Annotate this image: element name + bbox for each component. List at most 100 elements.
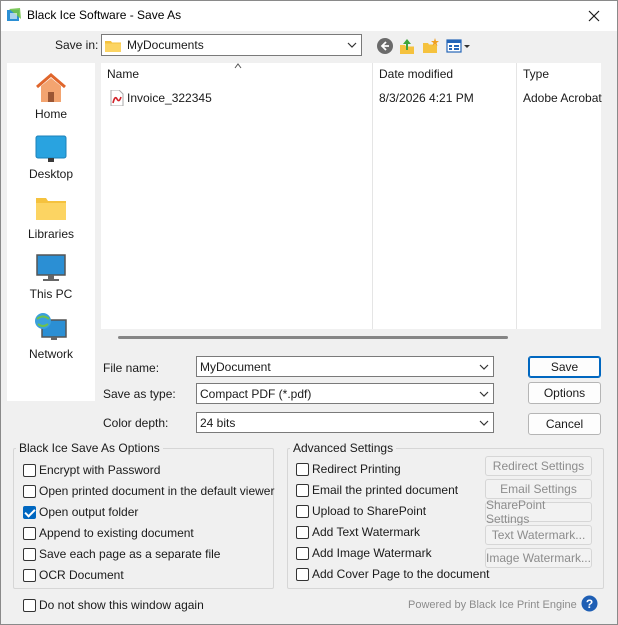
save-options-title: Black Ice Save As Options bbox=[16, 441, 163, 455]
new-folder-icon[interactable] bbox=[422, 37, 440, 55]
do-not-show-checkbox[interactable]: Do not show this window again bbox=[23, 598, 204, 612]
powered-by-text: Powered by Black Ice Print Engine bbox=[408, 599, 577, 611]
save-option-checkbox[interactable]: Open printed document in the default vie… bbox=[23, 484, 274, 498]
place-label: This PC bbox=[29, 287, 73, 301]
sort-ascending-icon bbox=[234, 63, 242, 69]
advanced-settings-button[interactable]: Image Watermark... bbox=[485, 548, 592, 568]
column-header-type[interactable]: Type bbox=[523, 67, 549, 81]
up-folder-icon[interactable] bbox=[398, 37, 416, 55]
advanced-settings-button[interactable]: Text Watermark... bbox=[485, 525, 592, 545]
place-label: Home bbox=[34, 107, 67, 121]
title-bar: Black Ice Software - Save As bbox=[1, 1, 617, 31]
advanced-option-checkbox[interactable]: Add Cover Page to the document bbox=[296, 567, 489, 581]
place-this-pc[interactable]: This PC bbox=[7, 247, 95, 305]
checkbox-checked-icon[interactable] bbox=[23, 505, 36, 519]
place-label: Libraries bbox=[27, 227, 75, 241]
chevron-down-icon bbox=[479, 420, 489, 426]
advanced-option-checkbox[interactable]: Add Image Watermark bbox=[296, 546, 432, 560]
file-date: 8/3/2026 4:21 PM bbox=[379, 91, 474, 105]
checkbox-box[interactable] bbox=[296, 504, 309, 518]
pdf-file-icon bbox=[110, 90, 124, 106]
place-desktop[interactable]: Desktop bbox=[7, 127, 95, 185]
help-icon[interactable]: ? bbox=[581, 595, 598, 612]
save-option-label: OCR Document bbox=[39, 568, 124, 582]
checkbox-box[interactable] bbox=[296, 525, 309, 539]
svg-text:?: ? bbox=[586, 597, 593, 611]
save-option-label: Encrypt with Password bbox=[39, 463, 161, 477]
place-libraries[interactable]: Libraries bbox=[7, 187, 95, 245]
checkbox-box[interactable] bbox=[23, 484, 36, 498]
app-icon bbox=[7, 8, 21, 21]
file-name-value: MyDocument bbox=[200, 359, 271, 374]
advanced-option-label: Add Text Watermark bbox=[312, 525, 421, 539]
place-label: Network bbox=[28, 347, 73, 361]
checkbox-box[interactable] bbox=[23, 598, 36, 612]
checkbox-box[interactable] bbox=[23, 463, 36, 477]
chevron-down-icon bbox=[347, 42, 357, 48]
save-option-checkbox[interactable]: Open output folder bbox=[23, 505, 138, 519]
save-option-label: Append to existing document bbox=[39, 526, 194, 540]
chevron-down-icon[interactable] bbox=[479, 364, 489, 370]
column-header-date[interactable]: Date modified bbox=[379, 67, 453, 81]
chevron-down-icon bbox=[479, 391, 489, 397]
save-in-value: MyDocuments bbox=[127, 38, 204, 52]
save-in-combo[interactable]: MyDocuments bbox=[101, 34, 362, 56]
advanced-option-label: Add Image Watermark bbox=[312, 546, 432, 560]
advanced-settings-button[interactable]: Redirect Settings bbox=[485, 456, 592, 476]
save-option-checkbox[interactable]: Append to existing document bbox=[23, 526, 194, 540]
advanced-option-checkbox[interactable]: Redirect Printing bbox=[296, 462, 401, 476]
color-depth-value: 24 bits bbox=[200, 415, 236, 430]
place-label: Desktop bbox=[28, 167, 74, 181]
libraries-icon bbox=[36, 198, 66, 220]
this-pc-icon bbox=[36, 254, 66, 281]
advanced-option-label: Redirect Printing bbox=[312, 462, 401, 476]
advanced-settings-button[interactable]: SharePoint Settings bbox=[485, 498, 592, 526]
column-header-name[interactable]: Name bbox=[107, 67, 139, 81]
save-in-label: Save in: bbox=[55, 38, 99, 52]
checkbox-box[interactable] bbox=[296, 483, 309, 497]
advanced-option-checkbox[interactable]: Add Text Watermark bbox=[296, 525, 420, 539]
advanced-settings-title: Advanced Settings bbox=[290, 441, 397, 455]
network-icon bbox=[35, 313, 67, 340]
advanced-option-checkbox[interactable]: Email the printed document bbox=[296, 483, 458, 497]
place-home[interactable]: Home bbox=[7, 67, 95, 125]
file-row[interactable]: Invoice_322345 8/3/2026 4:21 PM Adobe Ac… bbox=[101, 89, 602, 109]
checkbox-box[interactable] bbox=[296, 462, 309, 476]
save-as-type-value: Compact PDF (*.pdf) bbox=[200, 386, 312, 401]
save-as-dialog: Black Ice Software - Save As Save in: My… bbox=[0, 0, 618, 625]
desktop-icon bbox=[35, 135, 67, 162]
save-as-type-select[interactable]: Compact PDF (*.pdf) bbox=[196, 383, 494, 404]
view-menu-icon[interactable] bbox=[446, 37, 472, 55]
file-list[interactable]: Name Date modified Type Invoice_322345 8… bbox=[101, 63, 602, 329]
save-option-checkbox[interactable]: Encrypt with Password bbox=[23, 463, 160, 477]
save-button[interactable]: Save bbox=[528, 356, 601, 378]
save-option-label: Open printed document in the default vie… bbox=[39, 484, 275, 498]
place-network[interactable]: Network bbox=[7, 307, 95, 365]
close-icon bbox=[588, 10, 600, 22]
checkbox-box[interactable] bbox=[296, 567, 309, 581]
home-icon bbox=[36, 73, 66, 102]
advanced-option-label: Email the printed document bbox=[312, 483, 459, 497]
advanced-option-label: Add Cover Page to the document bbox=[312, 567, 490, 581]
file-name-input[interactable]: MyDocument bbox=[196, 356, 494, 377]
color-depth-select[interactable]: 24 bits bbox=[196, 412, 494, 433]
close-button[interactable] bbox=[571, 1, 617, 31]
save-as-type-label: Save as type: bbox=[103, 387, 176, 401]
file-name: Invoice_322345 bbox=[127, 91, 212, 105]
checkbox-box[interactable] bbox=[23, 568, 36, 582]
advanced-settings-button[interactable]: Email Settings bbox=[485, 479, 592, 499]
horizontal-scrollbar[interactable] bbox=[118, 336, 508, 339]
cancel-button[interactable]: Cancel bbox=[528, 413, 601, 435]
save-option-checkbox[interactable]: Save each page as a separate file bbox=[23, 547, 220, 561]
checkbox-box[interactable] bbox=[23, 526, 36, 540]
options-button[interactable]: Options bbox=[528, 382, 601, 404]
places-bar: Home Desktop Libraries This PC Network bbox=[7, 63, 95, 401]
do-not-show-label: Do not show this window again bbox=[39, 598, 204, 612]
back-icon[interactable] bbox=[376, 37, 394, 55]
file-type: Adobe Acrobat bbox=[523, 91, 602, 105]
save-option-checkbox[interactable]: OCR Document bbox=[23, 568, 124, 582]
checkbox-box[interactable] bbox=[296, 546, 309, 560]
checkbox-box[interactable] bbox=[23, 547, 36, 561]
advanced-option-checkbox[interactable]: Upload to SharePoint bbox=[296, 504, 426, 518]
window-title: Black Ice Software - Save As bbox=[27, 8, 182, 22]
